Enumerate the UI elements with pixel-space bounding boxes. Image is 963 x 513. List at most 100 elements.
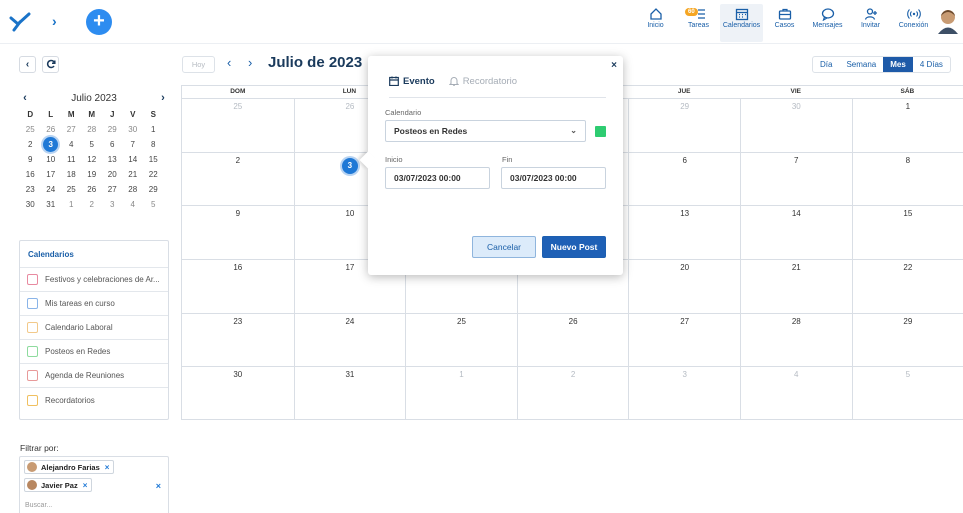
prev-month-button[interactable]: ‹ — [227, 55, 231, 70]
mini-day[interactable]: 28 — [82, 122, 103, 137]
mini-day[interactable]: 28 — [123, 182, 144, 197]
day-cell[interactable]: 30 — [739, 98, 852, 152]
day-cell[interactable]: 15 — [851, 205, 963, 260]
mini-day[interactable]: 3 — [102, 197, 123, 212]
collapse-panel-button[interactable]: ‹ — [19, 56, 36, 73]
day-cell[interactable]: 5 — [851, 366, 963, 421]
mini-day[interactable]: 23 — [20, 182, 41, 197]
nav-tareas[interactable]: 60 Tareas — [677, 4, 720, 42]
day-cell[interactable]: 3 — [628, 366, 740, 421]
refresh-button[interactable] — [42, 56, 59, 73]
close-icon[interactable]: × — [611, 60, 617, 71]
mini-day[interactable]: 4 — [61, 137, 82, 152]
calendar-checkbox[interactable] — [27, 370, 38, 381]
view-button[interactable]: Día — [813, 57, 839, 72]
nav-invitar[interactable]: Invitar — [849, 4, 892, 42]
calendar-list-item[interactable]: Mis tareas en curso — [20, 292, 168, 316]
mini-day[interactable]: 1 — [61, 197, 82, 212]
calendar-select[interactable]: Posteos en Redes ⌄ — [385, 120, 586, 142]
calendar-list-item[interactable]: Agenda de Reuniones — [20, 364, 168, 388]
mini-day[interactable]: 20 — [102, 167, 123, 182]
day-cell[interactable]: 25 — [182, 98, 294, 152]
mini-day[interactable]: 2 — [20, 137, 41, 152]
mini-day[interactable]: 8 — [143, 137, 164, 152]
mini-prev-month-button[interactable]: ‹ — [20, 92, 30, 104]
app-logo-icon[interactable] — [8, 12, 34, 34]
end-date-input[interactable]: 03/07/2023 00:00 — [501, 167, 606, 189]
mini-day[interactable]: 21 — [123, 167, 144, 182]
day-cell[interactable]: 20 — [628, 259, 740, 313]
calendar-list-item[interactable]: Festivos y celebraciones de Ar... — [20, 268, 168, 292]
add-button[interactable]: + — [86, 9, 112, 35]
day-cell[interactable]: 13 — [628, 205, 740, 260]
nav-calendarios[interactable]: Calendarios — [720, 4, 763, 42]
day-cell[interactable]: 29 — [628, 98, 740, 152]
day-cell[interactable]: 8 — [851, 151, 963, 206]
calendar-list-item[interactable]: Calendario Laboral — [20, 316, 168, 340]
next-month-button[interactable]: › — [248, 55, 252, 70]
day-cell[interactable]: 1 — [405, 366, 517, 421]
day-cell[interactable]: 28 — [739, 312, 852, 367]
user-avatar[interactable] — [937, 8, 959, 34]
calendar-checkbox[interactable] — [27, 298, 38, 309]
day-cell[interactable]: 30 — [182, 366, 294, 420]
day-cell[interactable]: 7 — [739, 151, 852, 206]
mini-day[interactable]: 14 — [123, 152, 144, 167]
day-cell[interactable]: 1 — [851, 98, 963, 152]
view-button[interactable]: Semana — [839, 57, 883, 72]
mini-day[interactable]: 12 — [82, 152, 103, 167]
tab-recordatorio[interactable]: Recordatorio — [448, 74, 517, 88]
clear-filter-icon[interactable]: × — [156, 481, 161, 491]
mini-day[interactable]: 10 — [41, 152, 62, 167]
day-cell[interactable]: 9 — [182, 205, 294, 259]
day-cell[interactable]: 23 — [182, 312, 294, 367]
mini-day[interactable]: 13 — [102, 152, 123, 167]
mini-day[interactable]: 24 — [41, 182, 62, 197]
mini-day[interactable]: 18 — [61, 167, 82, 182]
day-cell[interactable]: 26 — [516, 312, 629, 367]
calendar-checkbox[interactable] — [27, 274, 38, 285]
nav-mensajes[interactable]: Mensajes — [806, 4, 849, 42]
mini-day[interactable]: 15 — [143, 152, 164, 167]
mini-day[interactable]: 11 — [61, 152, 82, 167]
day-cell[interactable]: 16 — [182, 259, 294, 313]
calendar-list-item[interactable]: Recordatorios — [20, 388, 168, 412]
day-cell[interactable]: 22 — [851, 259, 963, 313]
day-cell[interactable]: 31 — [293, 366, 406, 421]
mini-day[interactable]: 25 — [61, 182, 82, 197]
day-cell[interactable]: 14 — [739, 205, 852, 260]
day-cell[interactable]: 2 — [182, 151, 294, 206]
day-cell[interactable]: 2 — [516, 366, 629, 421]
filter-search-input[interactable]: Buscar... — [25, 502, 52, 509]
mini-day[interactable]: 6 — [102, 137, 123, 152]
mini-day-today[interactable]: 3 — [41, 137, 62, 152]
nav-conexion[interactable]: Conexión — [892, 4, 935, 42]
day-cell[interactable]: 24 — [293, 312, 406, 367]
mini-day[interactable]: 27 — [102, 182, 123, 197]
nav-inicio[interactable]: Inicio — [634, 4, 677, 42]
mini-day[interactable]: 5 — [82, 137, 103, 152]
mini-day[interactable]: 29 — [143, 182, 164, 197]
remove-chip-icon[interactable]: × — [83, 481, 88, 490]
view-button[interactable]: Mes — [883, 57, 913, 72]
mini-next-month-button[interactable]: › — [158, 92, 168, 104]
day-cell[interactable]: 4 — [739, 366, 852, 421]
day-cell[interactable]: 6 — [628, 151, 740, 206]
calendar-checkbox[interactable] — [27, 394, 38, 406]
view-button[interactable]: 4 Días — [913, 57, 950, 72]
cancel-button[interactable]: Cancelar — [472, 236, 536, 258]
calendar-list-item[interactable]: Posteos en Redes — [20, 340, 168, 364]
mini-day[interactable]: 9 — [20, 152, 41, 167]
mini-day[interactable]: 5 — [143, 197, 164, 212]
remove-chip-icon[interactable]: × — [105, 463, 110, 472]
mini-day[interactable]: 4 — [123, 197, 144, 212]
nav-casos[interactable]: Casos — [763, 4, 806, 42]
new-post-button[interactable]: Nuevo Post — [542, 236, 606, 258]
mini-day[interactable]: 17 — [41, 167, 62, 182]
mini-day[interactable]: 29 — [102, 122, 123, 137]
mini-day[interactable]: 30 — [20, 197, 41, 212]
mini-day[interactable]: 16 — [20, 167, 41, 182]
mini-day[interactable]: 26 — [41, 122, 62, 137]
mini-day[interactable]: 26 — [82, 182, 103, 197]
calendar-checkbox[interactable] — [27, 322, 38, 333]
